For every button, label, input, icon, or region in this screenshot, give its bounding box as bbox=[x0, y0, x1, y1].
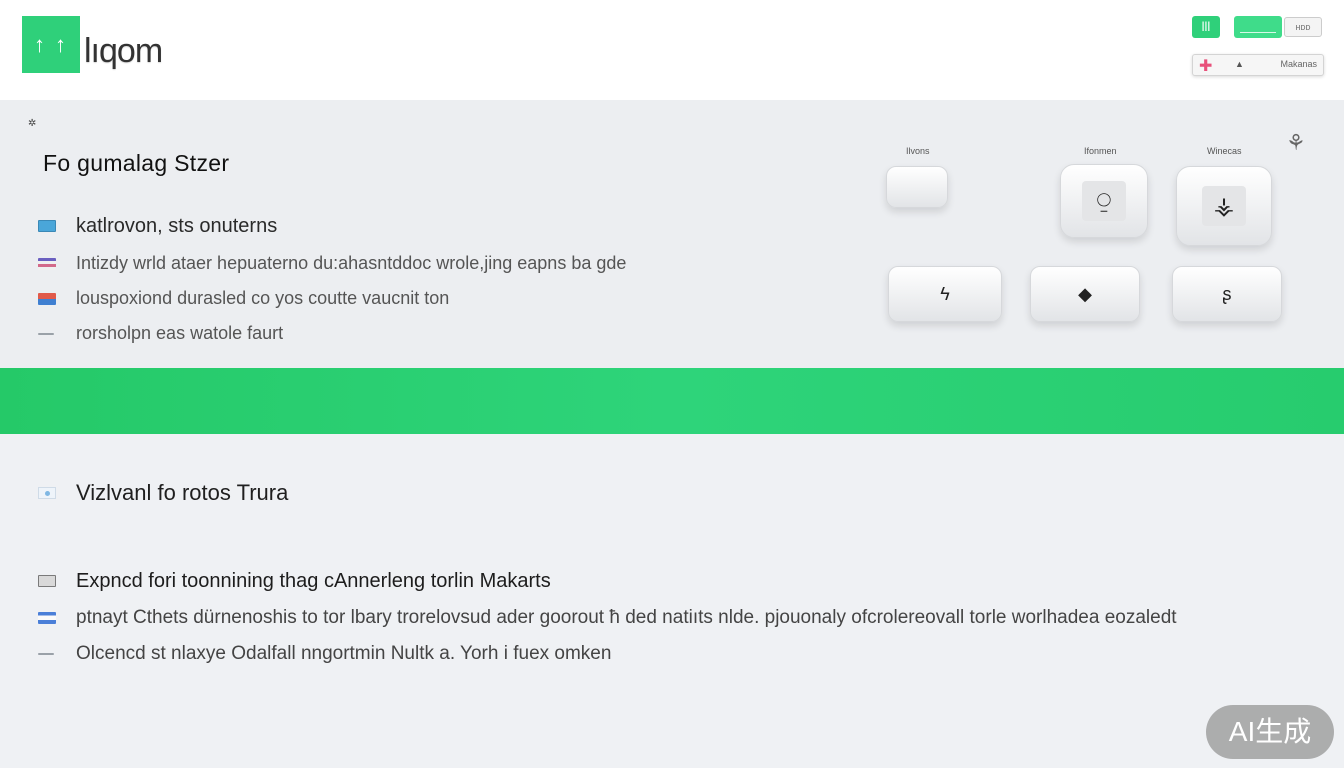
dash-bullet-icon bbox=[38, 332, 54, 335]
bars-icon bbox=[38, 612, 56, 624]
app-header: ↑ ↑ lıqom lll ʜᴅᴅ ✚ ▲ Makanas bbox=[0, 0, 1344, 100]
list-item: Intizdy wrld ataer hepuaterno du:ahasntd… bbox=[38, 246, 798, 281]
key-tile-button[interactable]: ◆ bbox=[1030, 266, 1140, 322]
ticket-icon bbox=[38, 575, 56, 587]
image-icon bbox=[38, 487, 56, 499]
list-item: katlrovon, sts onuterns bbox=[38, 206, 798, 246]
ai-generated-badge: AI生成 bbox=[1206, 705, 1334, 759]
plus-icon: ✚ bbox=[1199, 58, 1213, 75]
diamond-icon: ◆ bbox=[1078, 283, 1092, 304]
blue-bullet-icon bbox=[38, 220, 56, 232]
sparkle-icon: ✲ bbox=[28, 118, 37, 129]
primary-action-button[interactable] bbox=[1234, 16, 1282, 38]
section-heading-text: Vizlvanl fo rotos Trura bbox=[76, 480, 289, 505]
menu-button[interactable]: lll bbox=[1192, 16, 1220, 38]
key-tile-button[interactable]: ʂ bbox=[1172, 266, 1282, 322]
list-item: Olcencd st nlaxye Odalfall nngortmin Nul… bbox=[38, 636, 1328, 672]
logo-mark: ↑ ↑ bbox=[22, 16, 80, 73]
list-item-text: Intizdy wrld ataer hepuaterno du:ahasntd… bbox=[76, 253, 627, 273]
list-item-text: Olcencd st nlaxye Odalfall nngortmin Nul… bbox=[76, 643, 612, 664]
waveform-tile-button[interactable]: ⍜ bbox=[1060, 164, 1148, 238]
tile-label: Ilvons bbox=[906, 146, 930, 156]
settings-icon[interactable]: ⚘ bbox=[1286, 130, 1306, 156]
bar-end-label: Makanas bbox=[1280, 59, 1317, 69]
list-item: Expncd fori toonnining thag cAnnerleng t… bbox=[38, 562, 1328, 600]
anvil-icon: ⚶ bbox=[1202, 186, 1246, 226]
waveform-icon: ⍜ bbox=[1082, 181, 1126, 221]
feature-section: ✲ Fo gumalag Stzer katlrovon, sts onuter… bbox=[0, 100, 1344, 368]
secondary-button[interactable]: ʜᴅᴅ bbox=[1284, 17, 1322, 37]
anvil-tile-button[interactable]: ⚶ bbox=[1176, 166, 1272, 246]
tile-label: Winecas bbox=[1207, 146, 1242, 156]
feature-list: katlrovon, sts onuterns Intizdy wrld ata… bbox=[38, 206, 798, 351]
list-item-text: katlrovon, sts onuterns bbox=[76, 214, 278, 237]
bar-label: ▲ bbox=[1235, 59, 1244, 69]
flag-bullet-icon bbox=[38, 292, 56, 305]
list-item-text: louspoxiond durasled co yos coutte vaucn… bbox=[76, 288, 450, 308]
list-item: rorsholpn eas watole faurt bbox=[38, 316, 798, 351]
lightning-icon: ϟ bbox=[940, 283, 950, 304]
list-item: ptnayt Cthets dürnenoshis to tor lbary t… bbox=[38, 600, 1328, 636]
account-bar[interactable]: ✚ ▲ Makanas bbox=[1192, 54, 1324, 76]
content-list: Expncd fori toonnining thag cAnnerleng t… bbox=[38, 562, 1328, 672]
striped-bullet-icon bbox=[38, 257, 56, 270]
green-banner bbox=[0, 368, 1344, 434]
swap-icon: ʂ bbox=[1222, 283, 1232, 304]
blank-tile-button[interactable] bbox=[886, 166, 948, 208]
list-item-text: ptnayt Cthets dürnenoshis to tor lbary t… bbox=[76, 607, 1177, 628]
list-item: louspoxiond durasled co yos coutte vaucn… bbox=[38, 281, 798, 316]
section-heading: Vizlvanl fo rotos Trura bbox=[38, 480, 288, 506]
feature-title: Fo gumalag Stzer bbox=[43, 150, 230, 176]
dash-bullet-icon bbox=[38, 653, 54, 655]
brand-logo[interactable]: ↑ ↑ lıqom bbox=[22, 16, 163, 73]
list-item-text: Expncd fori toonnining thag cAnnerleng t… bbox=[76, 569, 551, 592]
key-tile-button[interactable]: ϟ bbox=[888, 266, 1002, 322]
tile-label: Ifonmen bbox=[1084, 146, 1117, 156]
logo-wordmark: lıqom bbox=[84, 32, 163, 70]
content-section: Vizlvanl fo rotos Trura Expncd fori toon… bbox=[0, 434, 1344, 768]
header-controls: lll ʜᴅᴅ ✚ ▲ Makanas bbox=[1192, 16, 1324, 78]
list-item-text: rorsholpn eas watole faurt bbox=[76, 323, 284, 343]
